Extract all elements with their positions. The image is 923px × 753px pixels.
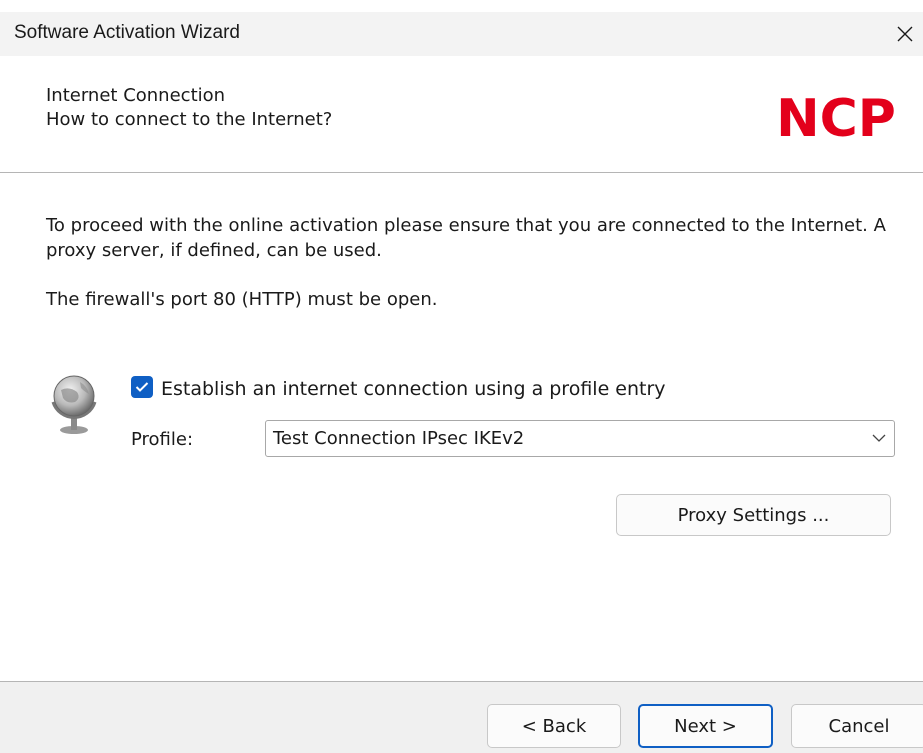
globe-icon — [51, 375, 97, 434]
cancel-button[interactable]: Cancel — [791, 704, 923, 748]
ncp-logo: NCP — [776, 90, 896, 142]
intro-paragraph: To proceed with the online activation pl… — [46, 215, 886, 261]
header-title: Internet Connection — [46, 85, 226, 106]
profile-select[interactable]: Test Connection IPsec IKEv2 — [265, 420, 895, 457]
svg-text:NCP: NCP — [776, 90, 896, 142]
header-subtitle: How to connect to the Internet? — [46, 109, 333, 130]
titlebar: Software Activation Wizard — [0, 12, 923, 56]
header-divider — [0, 172, 923, 173]
use-profile-label[interactable]: Establish an internet connection using a… — [161, 376, 666, 402]
checkmark-icon — [135, 382, 149, 392]
back-button[interactable]: < Back — [487, 704, 621, 748]
profile-select-value: Test Connection IPsec IKEv2 — [273, 428, 525, 449]
close-icon — [897, 26, 913, 42]
wizard-footer: < Back Next > Cancel — [0, 681, 923, 753]
profile-label: Profile: — [131, 429, 194, 450]
activation-wizard-window: Software Activation Wizard Internet Conn… — [0, 0, 923, 753]
firewall-note: The firewall's port 80 (HTTP) must be op… — [46, 289, 438, 310]
close-button[interactable] — [887, 12, 923, 56]
wizard-header: Internet Connection How to connect to th… — [0, 56, 923, 171]
next-button[interactable]: Next > — [638, 704, 773, 748]
chevron-down-icon — [872, 434, 886, 442]
proxy-settings-button[interactable]: Proxy Settings ... — [616, 494, 891, 536]
use-profile-checkbox[interactable] — [131, 376, 153, 398]
window-title: Software Activation Wizard — [14, 22, 240, 43]
